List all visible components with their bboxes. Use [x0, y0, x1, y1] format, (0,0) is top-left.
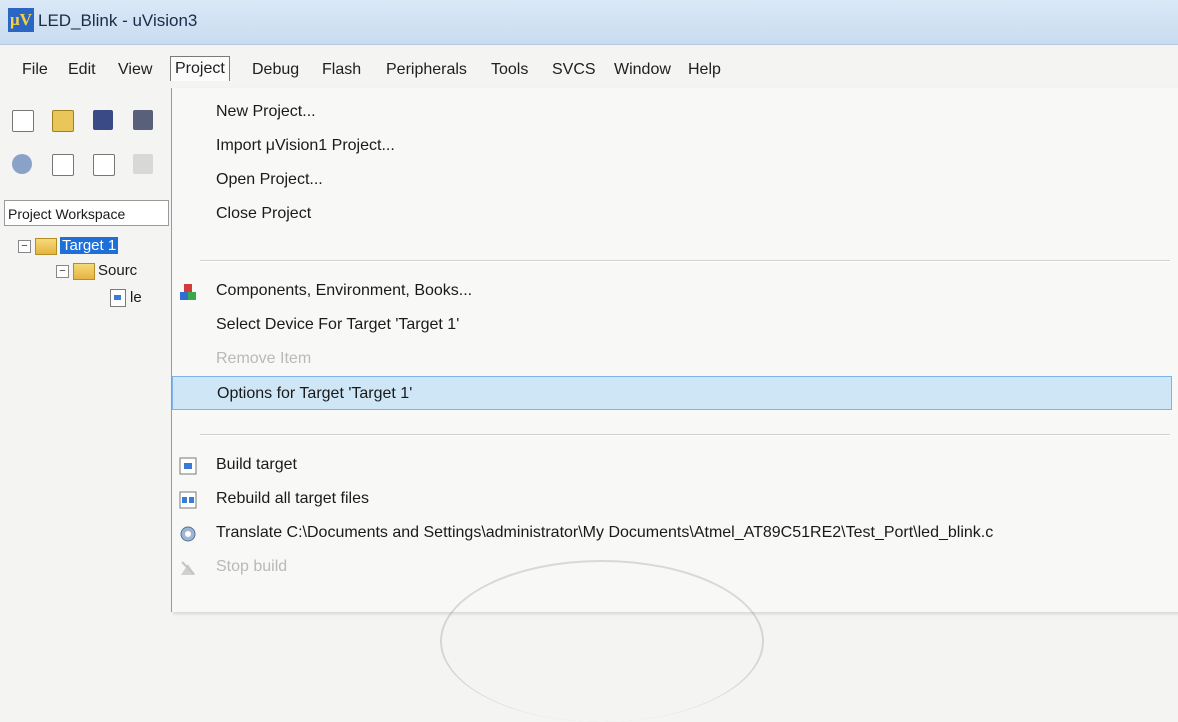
menu-edit[interactable]: Edit	[64, 58, 100, 82]
target-label[interactable]: Target 1	[60, 237, 119, 254]
components-icon	[178, 281, 198, 301]
stop-build-button[interactable]	[129, 150, 157, 178]
menu-bar: File Edit View Project Debug Flash Perip…	[0, 56, 1178, 88]
stop-build-icon	[178, 557, 198, 577]
open-folder-icon	[52, 110, 75, 132]
menu-separator	[200, 260, 1170, 262]
build-toolbar	[8, 150, 165, 184]
translate-icon	[178, 523, 198, 543]
tree-target[interactable]: − Target 1	[18, 235, 119, 257]
stop-build-icon	[133, 154, 154, 174]
menu-item-components[interactable]: Components, Environment, Books...	[172, 274, 1172, 308]
title-bar: μV LED_Blink - uVision3	[0, 0, 1178, 45]
menu-item-translate[interactable]: Translate C:\Documents and Settings\admi…	[172, 516, 1172, 550]
window-title: LED_Blink - uVision3	[38, 11, 198, 30]
save-button[interactable]	[89, 106, 117, 134]
menu-item-rebuild-all[interactable]: Rebuild all target files	[172, 482, 1172, 516]
menu-item-open-project[interactable]: Open Project...	[172, 163, 1172, 197]
c-file-icon	[110, 289, 126, 308]
target-folder-icon	[35, 237, 57, 255]
menu-item-close-project[interactable]: Close Project	[172, 197, 1172, 231]
menu-debug[interactable]: Debug	[248, 58, 303, 82]
menu-help[interactable]: Help	[684, 58, 725, 82]
build-icon	[178, 455, 198, 475]
translate-button[interactable]	[8, 150, 36, 178]
menu-tools[interactable]: Tools	[487, 58, 532, 82]
menu-item-new-project[interactable]: New Project...	[172, 95, 1172, 129]
file-toolbar	[8, 106, 165, 140]
menu-item-import-project[interactable]: Import μVision1 Project...	[172, 129, 1172, 163]
source-folder-icon	[73, 262, 95, 280]
build-button[interactable]	[48, 150, 76, 178]
collapse-icon[interactable]: −	[56, 264, 69, 278]
collapse-icon[interactable]: −	[18, 239, 31, 253]
uvision-app-icon: μV	[8, 8, 34, 32]
project-menu-dropdown: New Project... Import μVision1 Project..…	[171, 88, 1178, 612]
project-tree: − Target 1 − Sourc le	[0, 232, 170, 612]
rebuild-icon	[92, 154, 115, 176]
project-workspace-tab[interactable]: Project Workspace	[4, 200, 169, 226]
menu-project[interactable]: Project	[170, 56, 230, 81]
rebuild-icon	[178, 489, 198, 509]
new-file-button[interactable]	[8, 106, 36, 134]
menu-svcs[interactable]: SVCS	[548, 58, 600, 82]
tree-source-file[interactable]: le	[110, 287, 142, 309]
rebuild-button[interactable]	[89, 150, 117, 178]
open-file-button[interactable]	[48, 106, 76, 134]
menu-file[interactable]: File	[18, 58, 52, 82]
menu-peripherals[interactable]: Peripherals	[382, 58, 471, 82]
menu-flash[interactable]: Flash	[318, 58, 365, 82]
menu-window[interactable]: Window	[610, 58, 675, 82]
source-group-label[interactable]: Sourc	[98, 262, 137, 279]
watermark-seal	[440, 560, 764, 722]
menu-item-options-target[interactable]: Options for Target 'Target 1'	[172, 376, 1172, 410]
menu-item-select-device[interactable]: Select Device For Target 'Target 1'	[172, 308, 1172, 342]
build-icon	[52, 154, 75, 176]
save-all-icon	[133, 110, 154, 130]
menu-item-remove-item: Remove Item	[216, 350, 312, 367]
menu-separator	[200, 434, 1170, 436]
save-icon	[92, 110, 113, 130]
save-all-button[interactable]	[129, 106, 157, 134]
new-file-icon	[12, 110, 34, 132]
translate-icon	[12, 154, 32, 174]
menu-item-build-target[interactable]: Build target	[172, 448, 1172, 482]
menu-view[interactable]: View	[114, 58, 156, 82]
file-label[interactable]: le	[130, 289, 142, 306]
tree-source-group[interactable]: − Sourc	[56, 260, 137, 282]
